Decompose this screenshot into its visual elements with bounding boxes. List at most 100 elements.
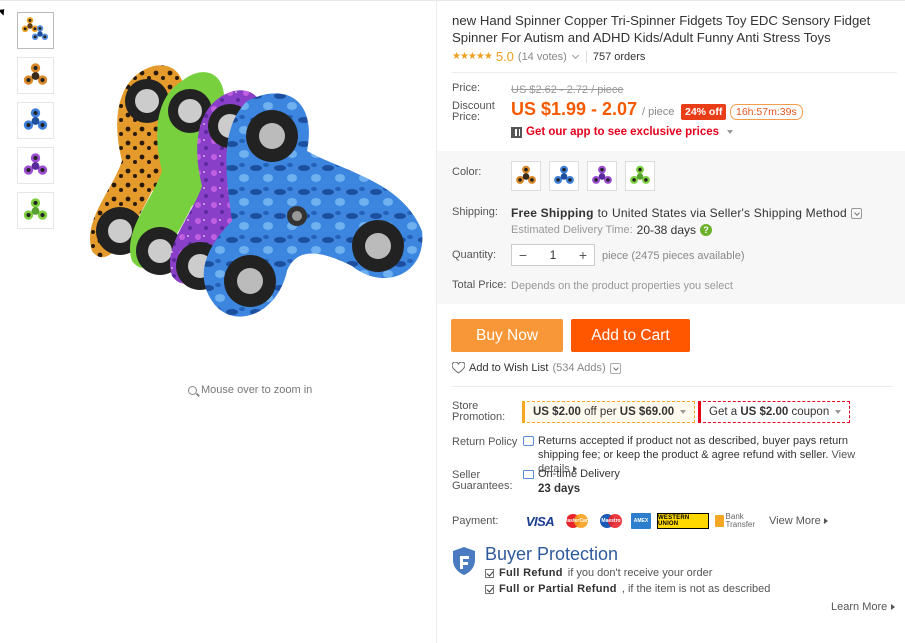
thumbnail-5[interactable] [17, 192, 54, 229]
mastercard-icon: MasterCard [563, 513, 591, 529]
mouse-cursor-icon [0, 6, 8, 16]
free-shipping: Free Shipping [511, 206, 594, 220]
vote-count[interactable]: (14 votes) [518, 51, 567, 63]
thumbnail-4[interactable] [17, 147, 54, 184]
checkbox-checked-icon [485, 568, 494, 578]
zoom-hint-text: Mouse over to zoom in [201, 384, 313, 396]
protection-line-2: Full or Partial Refund , if the item is … [485, 583, 770, 595]
app-promo-text: Get our app to see exclusive prices [526, 126, 720, 138]
star-rating-icon: ★★★★★ [452, 51, 493, 62]
color-swatches [511, 161, 655, 191]
qr-code-icon [511, 126, 522, 138]
shipping-label: Shipping: [452, 206, 498, 218]
buy-now-button[interactable]: Buy Now [451, 319, 563, 352]
countdown-timer: 16h:57m:39s [730, 104, 803, 120]
shipping-method[interactable]: Free Shipping to United States via Selle… [511, 206, 862, 220]
quantity-input[interactable]: 1 [534, 248, 572, 262]
spinner-swatch-icon [630, 165, 650, 184]
thumbnail-1[interactable] [17, 12, 54, 49]
total-price-note: Depends on the product properties you se… [511, 280, 733, 292]
shipping-to: to [597, 206, 609, 220]
ontime-delivery: On-time Delivery [538, 468, 620, 480]
protection-line-1: Full Refund if you don't receive your or… [485, 567, 712, 579]
coupon-mid-text: off per [584, 406, 617, 418]
shield-icon [453, 547, 475, 575]
original-price: US $2.62 - 2.72 / piece [511, 84, 624, 96]
thumbnail-3[interactable] [17, 102, 54, 139]
chevron-down-icon[interactable] [571, 51, 579, 59]
seller-guarantees-label: Seller Guarantees: [452, 469, 513, 492]
visa-icon: VISA [525, 513, 555, 529]
full-refund-desc: if you don't receive your order [567, 567, 713, 579]
heart-icon [451, 361, 466, 374]
coupon-get-amount: US $2.00 [740, 406, 789, 418]
order-count: 757 orders [592, 50, 646, 63]
coupon-get-suffix: coupon [791, 406, 830, 418]
learn-more-text: Learn More [831, 601, 888, 613]
store-coupon-get[interactable]: Get a US $2.00 coupon [698, 401, 851, 423]
wishlist-row[interactable]: Add to Wish List (534 Adds) [451, 361, 621, 374]
help-icon[interactable]: ? [700, 224, 713, 236]
caret-down-icon [727, 130, 734, 134]
magnifier-icon [188, 385, 197, 395]
wishlist-label[interactable]: Add to Wish List [469, 362, 548, 374]
payment-label: Payment: [452, 515, 499, 527]
blue-camo-spinner [203, 93, 423, 317]
per-piece: / piece [642, 106, 675, 118]
product-main-image[interactable] [82, 41, 432, 341]
caret-down-icon [680, 410, 687, 414]
maestro-icon: Maestro [597, 513, 625, 529]
total-price-label: Total Price: [452, 279, 507, 291]
swatch-leopard[interactable] [511, 161, 541, 191]
spinner-thumb-icon [23, 153, 48, 175]
store-promotion-label: Store Promotion: [452, 400, 506, 423]
swatch-blue-camo[interactable] [549, 161, 579, 191]
amex-icon: AMEX [631, 513, 651, 529]
divider [452, 72, 897, 73]
zoom-hint: Mouse over to zoom in [188, 384, 312, 396]
separator [585, 50, 587, 63]
quantity-decrease-button[interactable]: − [512, 247, 534, 263]
spinner-thumb-icon [21, 17, 49, 41]
thumbnail-list [17, 12, 54, 237]
store-coupon-discount[interactable]: US $2.00 off per US $69.00 [522, 401, 696, 423]
rating-value: 5.0 [495, 49, 514, 64]
payment-methods: VISA MasterCard Maestro AMEX WESTERN UNI… [523, 513, 828, 529]
discount-price: US $1.99 - 2.07 [511, 99, 638, 119]
return-policy-body: Returns accepted if product not as descr… [538, 435, 849, 461]
arrow-right-icon [823, 518, 828, 524]
spinner-swatch-icon [554, 165, 574, 184]
color-label: Color: [452, 166, 482, 178]
quantity-increase-button[interactable]: + [572, 247, 594, 263]
wishlist-count: (534 Adds) [552, 362, 606, 374]
swatch-purple[interactable] [587, 161, 617, 191]
view-more-text: View More [769, 515, 821, 527]
rating-row: ★★★★★ 5.0 (14 votes) 757 orders [452, 49, 645, 64]
thumbnail-2[interactable] [17, 57, 54, 94]
delivery-truck-icon [523, 470, 534, 479]
quantity-label: Quantity: [452, 249, 497, 261]
app-promo-link[interactable]: Get our app to see exclusive prices [511, 126, 734, 138]
payment-view-more-link[interactable]: View More [769, 515, 828, 527]
return-policy-label: Return Policy [452, 436, 518, 448]
delivery-days: 20-38 days [636, 223, 697, 237]
checkbox-checked-icon [485, 584, 494, 594]
spinner-thumb-icon [23, 108, 48, 130]
product-title: new Hand Spinner Copper Tri-Spinner Fidg… [452, 13, 871, 45]
caret-down-icon [835, 410, 842, 414]
western-union-icon: WESTERN UNION [657, 513, 709, 529]
add-to-cart-button[interactable]: Add to Cart [571, 319, 690, 352]
swatch-green[interactable] [625, 161, 655, 191]
price-label: Price: [452, 82, 481, 94]
chevron-down-icon[interactable] [850, 207, 862, 219]
spinner-swatch-icon [592, 165, 612, 184]
bank-transfer-icon: Bank Transfer [715, 513, 761, 529]
return-icon [523, 436, 534, 446]
estimated-delivery: Estimated Delivery Time: 20-38 days ? [511, 223, 713, 237]
learn-more-link[interactable]: Learn More [831, 601, 896, 613]
coupon-get-prefix: Get a [709, 406, 738, 418]
arrow-right-icon [891, 604, 896, 610]
chevron-down-icon[interactable] [609, 362, 621, 374]
column-divider [436, 1, 437, 643]
coupon-threshold: US $69.00 [619, 406, 675, 418]
